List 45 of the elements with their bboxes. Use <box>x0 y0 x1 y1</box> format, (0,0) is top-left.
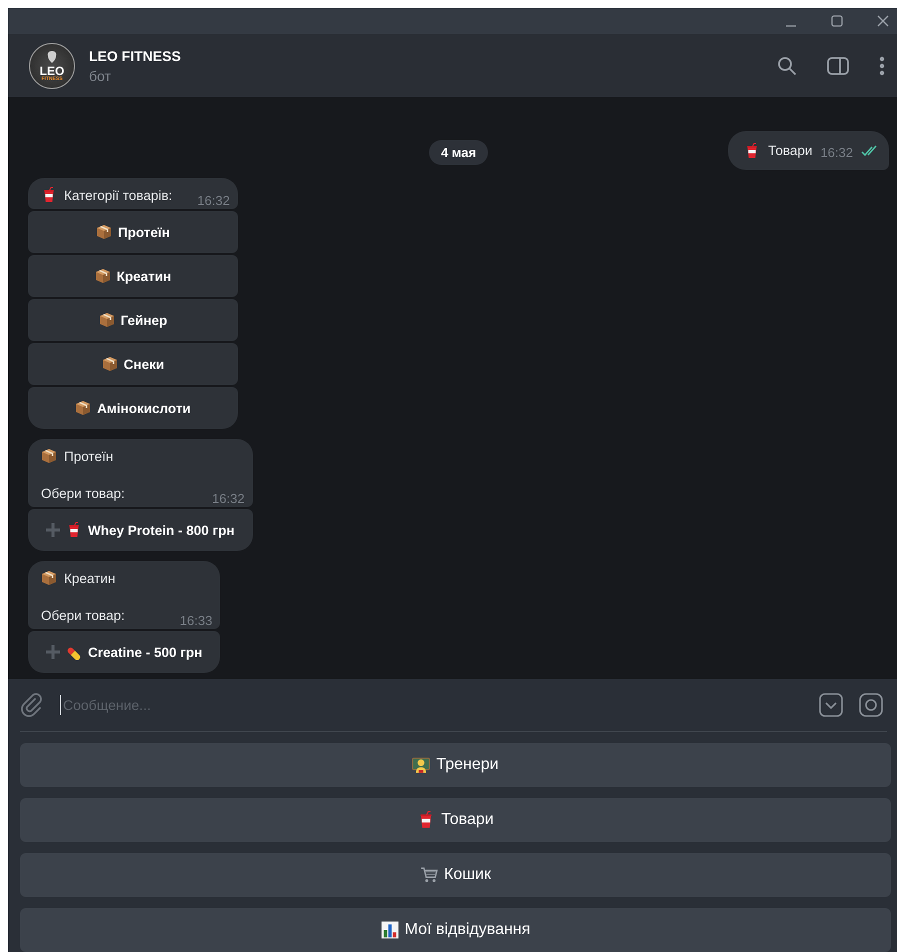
cup-icon <box>66 522 82 538</box>
menu-icon[interactable] <box>879 56 885 76</box>
inline-button[interactable]: Протеїн <box>28 211 238 253</box>
box-icon <box>98 312 115 328</box>
inline-button[interactable]: Whey Protein - 800 грн <box>28 509 253 551</box>
sticker-icon[interactable] <box>859 693 883 717</box>
message-time: 16:32 <box>211 491 245 506</box>
message-text: Протеїн <box>64 448 114 464</box>
date-badge: 4 мая <box>428 140 488 165</box>
inline-button[interactable]: Creatine - 500 грн <box>28 631 220 673</box>
message-text: Креатин <box>64 570 116 586</box>
keyboard-button[interactable]: Кошик <box>20 853 891 897</box>
search-icon[interactable] <box>777 56 797 76</box>
message-text: Категорії товарів: <box>64 188 172 202</box>
box-icon <box>94 268 111 284</box>
logo-text: LEO <box>40 64 64 76</box>
keyboard-button[interactable]: Товари <box>20 798 891 842</box>
message-text: Обери товар: <box>41 608 125 623</box>
teacher-icon <box>412 756 430 774</box>
maximize-icon[interactable] <box>831 15 843 27</box>
keyboard-button[interactable]: Мої відвідування <box>20 908 891 952</box>
box-icon <box>41 448 57 464</box>
inline-button[interactable]: Гейнер <box>28 299 238 341</box>
box-icon <box>102 356 118 372</box>
sidebar-toggle-icon[interactable] <box>827 56 849 74</box>
message-text: Обери товар: <box>41 486 125 501</box>
message-time: 16:32 <box>820 145 853 160</box>
box-icon <box>41 570 57 586</box>
close-icon[interactable] <box>877 15 889 27</box>
chat-subtitle: бот <box>89 68 112 84</box>
message-time: 16:33 <box>178 613 212 628</box>
message-text: Товари <box>768 143 812 158</box>
box-icon <box>96 224 112 240</box>
chat-title: LEO FITNESS <box>89 48 182 64</box>
cart-icon <box>420 866 438 884</box>
inline-button[interactable]: Креатин <box>28 255 238 297</box>
keyboard-toggle-icon[interactable] <box>819 693 843 717</box>
inline-button[interactable]: Снеки <box>28 343 238 385</box>
attach-icon[interactable] <box>20 693 44 717</box>
chart-icon <box>380 921 399 939</box>
keyboard-button[interactable]: Тренери <box>20 743 891 787</box>
message-time: 16:32 <box>196 192 230 208</box>
inline-button[interactable]: Амінокислоти <box>28 387 238 429</box>
box-icon <box>75 400 92 416</box>
cup-icon <box>41 187 57 203</box>
